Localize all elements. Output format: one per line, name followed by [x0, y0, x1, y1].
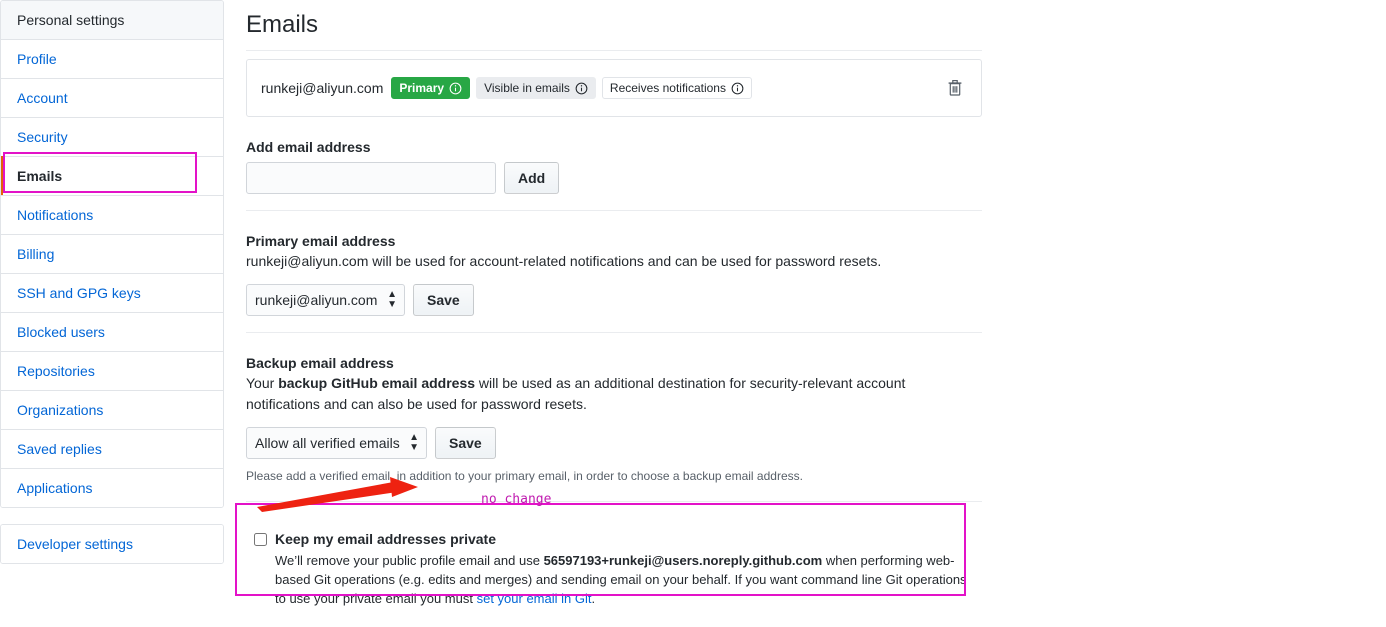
- backup-email-heading: Backup email address: [246, 355, 982, 371]
- privacy-description: We’ll remove your public profile email a…: [275, 551, 968, 608]
- privacy-desc-part1: We’ll remove your public profile email a…: [275, 553, 544, 568]
- email-privacy-section: Keep my email addresses private We’ll re…: [246, 518, 982, 622]
- set-email-in-git-link[interactable]: set your email in Git: [477, 591, 592, 606]
- primary-email-description: runkeji@aliyun.com will be used for acco…: [246, 251, 982, 272]
- sidebar-item-blocked-users[interactable]: Blocked users: [1, 312, 223, 351]
- primary-email-section: Primary email address runkeji@aliyun.com…: [246, 227, 982, 316]
- sidebar-item-notifications[interactable]: Notifications: [1, 195, 223, 234]
- keep-email-private-checkbox[interactable]: [254, 533, 267, 546]
- backup-email-note: Please add a verified email, in addition…: [246, 467, 982, 485]
- add-email-section: Add email address Add: [246, 133, 982, 194]
- sidebar-group-developer: Developer settings: [0, 524, 224, 564]
- badge-visible-in-emails: Visible in emails: [476, 77, 596, 99]
- backup-desc-prefix: Your: [246, 375, 278, 391]
- sidebar-item-security[interactable]: Security: [1, 117, 223, 156]
- email-row: runkeji@aliyun.com Primary Visible in em…: [246, 59, 982, 117]
- sidebar-item-ssh-and-gpg-keys[interactable]: SSH and GPG keys: [1, 273, 223, 312]
- sidebar-item-applications[interactable]: Applications: [1, 468, 223, 507]
- sidebar-header-personal-settings: Personal settings: [1, 1, 223, 39]
- add-email-label: Add email address: [246, 139, 982, 155]
- sidebar-item-repositories[interactable]: Repositories: [1, 351, 223, 390]
- sidebar-item-saved-replies[interactable]: Saved replies: [1, 429, 223, 468]
- email-address-text: runkeji@aliyun.com: [261, 80, 383, 96]
- privacy-desc-part3: .: [591, 591, 595, 606]
- sidebar-group-personal: Personal settings Profile Account Securi…: [0, 0, 224, 508]
- badge-primary: Primary: [391, 77, 470, 99]
- backup-email-select-wrap: Allow all verified emails ▲▼: [246, 427, 427, 459]
- backup-email-section: Backup email address Your backup GitHub …: [246, 349, 982, 485]
- add-email-input[interactable]: [246, 162, 496, 194]
- backup-desc-bold: backup GitHub email address: [278, 375, 475, 391]
- primary-email-select[interactable]: runkeji@aliyun.com: [246, 284, 405, 316]
- backup-email-description: Your backup GitHub email address will be…: [246, 373, 982, 415]
- primary-email-save-button[interactable]: Save: [413, 284, 474, 316]
- sidebar-item-account[interactable]: Account: [1, 78, 223, 117]
- sidebar-item-developer-settings[interactable]: Developer settings: [1, 525, 223, 563]
- divider: [246, 332, 982, 333]
- info-icon[interactable]: [575, 82, 588, 95]
- sidebar-item-billing[interactable]: Billing: [1, 234, 223, 273]
- add-email-button[interactable]: Add: [504, 162, 559, 194]
- keep-email-private-label[interactable]: Keep my email addresses private: [275, 530, 496, 548]
- sidebar-item-organizations[interactable]: Organizations: [1, 390, 223, 429]
- delete-email-button[interactable]: [943, 77, 967, 99]
- info-icon[interactable]: [731, 82, 744, 95]
- settings-sidebar: Personal settings Profile Account Securi…: [0, 0, 224, 564]
- privacy-noreply-email: 56597193+runkeji@users.noreply.github.co…: [544, 553, 823, 568]
- badge-notifications-label: Receives notifications: [610, 81, 726, 95]
- primary-email-heading: Primary email address: [246, 233, 982, 249]
- divider: [246, 210, 982, 211]
- badge-visible-label: Visible in emails: [484, 81, 570, 95]
- trash-icon: [947, 85, 963, 100]
- primary-email-select-wrap: runkeji@aliyun.com ▲▼: [246, 284, 405, 316]
- sidebar-item-profile[interactable]: Profile: [1, 39, 223, 78]
- badge-receives-notifications: Receives notifications: [602, 77, 752, 99]
- main-content: Emails runkeji@aliyun.com Primary Visibl…: [246, 0, 982, 622]
- sidebar-item-emails[interactable]: Emails: [1, 156, 223, 195]
- divider: [246, 501, 982, 502]
- info-icon[interactable]: [449, 82, 462, 95]
- primary-email-controls: runkeji@aliyun.com ▲▼ Save: [246, 284, 982, 316]
- add-email-row: Add: [246, 162, 982, 194]
- page-title: Emails: [246, 10, 982, 51]
- privacy-checkbox-row: Keep my email addresses private: [254, 530, 968, 548]
- backup-email-save-button[interactable]: Save: [435, 427, 496, 459]
- backup-email-controls: Allow all verified emails ▲▼ Save: [246, 427, 982, 459]
- badge-primary-label: Primary: [399, 81, 444, 95]
- backup-email-select[interactable]: Allow all verified emails: [246, 427, 427, 459]
